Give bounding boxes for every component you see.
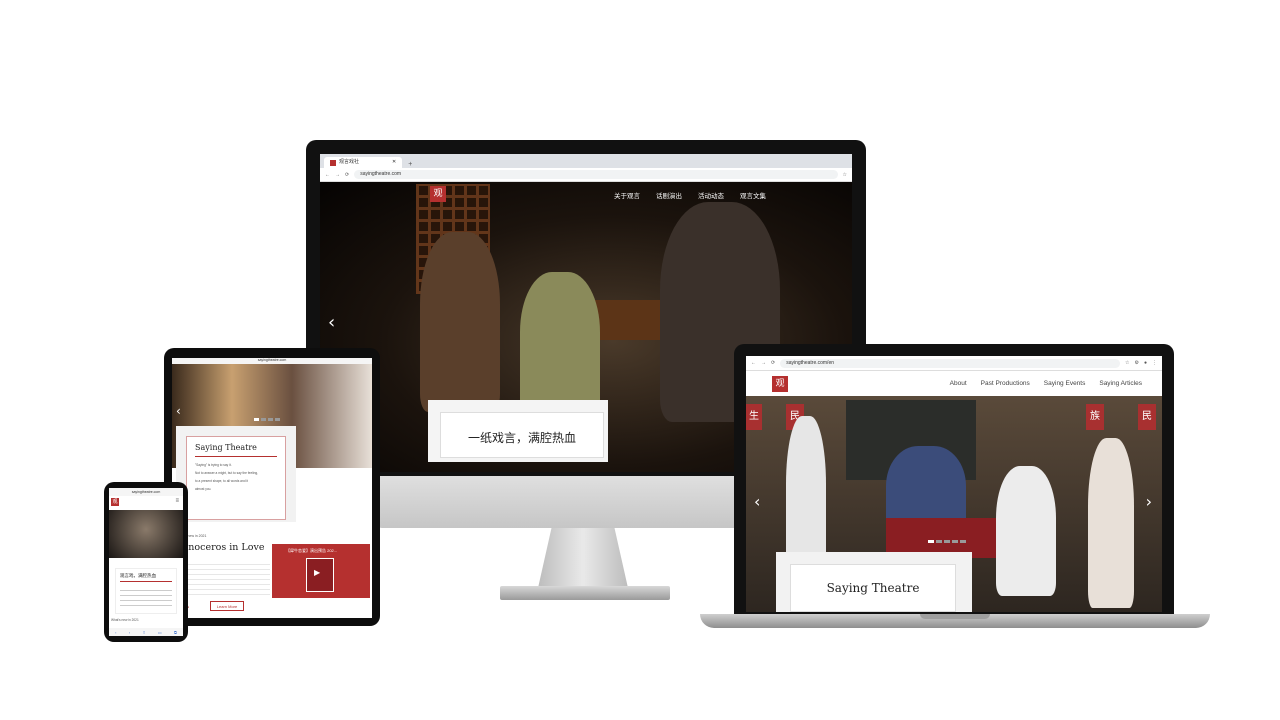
carousel-dot[interactable] xyxy=(261,418,266,421)
close-tab-icon[interactable]: ✕ xyxy=(392,157,396,168)
news-label: What's new in 2021 xyxy=(111,618,139,622)
actor-figure xyxy=(996,466,1056,596)
laptop: ← → ⟳ sayingtheatre.com/en ☆ ⚙ ● ⋮ 观 Abo… xyxy=(734,344,1174,616)
feature-body xyxy=(174,560,270,596)
site-logo[interactable]: 观 xyxy=(430,186,446,202)
carousel-prev-icon[interactable]: ‹ xyxy=(754,492,760,511)
play-icon[interactable]: ▶ xyxy=(314,568,320,577)
tabs-icon[interactable]: ⧉ xyxy=(174,630,177,635)
forward-icon[interactable]: → xyxy=(761,360,766,366)
video-thumbnail[interactable]: 【犀牛恋爱】演出预告 202... ▶ xyxy=(272,544,370,598)
site-logo[interactable]: 观 xyxy=(772,375,788,392)
forward-icon[interactable]: › xyxy=(129,630,130,635)
desktop-foot xyxy=(500,586,670,600)
nav-item-about[interactable]: About xyxy=(950,380,967,387)
nav-item-events[interactable]: Saying Events xyxy=(1044,380,1086,387)
about-card: Saying Theatre "Saying" is trying to say… xyxy=(186,436,286,520)
learn-more-button[interactable]: Learn More xyxy=(210,601,244,611)
banner-char: 民 xyxy=(1138,404,1156,430)
browser-tab[interactable]: 观言戏社 ✕ xyxy=(324,157,403,168)
nav-item-productions[interactable]: Past Productions xyxy=(981,380,1030,387)
video-title: 【犀牛恋爱】演出预告 202... xyxy=(286,548,338,553)
card-line: Not to answer a might, but to say the fe… xyxy=(195,471,259,475)
nav-item-events[interactable]: 活动动态 xyxy=(698,190,724,200)
card-line: to a present shape, to all words and it xyxy=(195,479,248,483)
bookmark-star-icon[interactable]: ☆ xyxy=(1125,360,1129,366)
carousel-dot[interactable] xyxy=(268,418,273,421)
phone-card-title: 观言戏，满腔热血 xyxy=(120,573,172,582)
phone-screen: sayingtheatre.com 观 ≡ 观言戏，满腔热血 What's ne… xyxy=(109,488,183,636)
site-logo[interactable]: 观 xyxy=(111,498,119,506)
laptop-screen: ← → ⟳ sayingtheatre.com/en ☆ ⚙ ● ⋮ 观 Abo… xyxy=(746,356,1162,612)
phone: sayingtheatre.com 观 ≡ 观言戏，满腔热血 What's ne… xyxy=(104,482,188,642)
card-body: "Saying" is trying to say it. Not to ans… xyxy=(195,461,277,493)
banner-char: 生 xyxy=(746,404,762,430)
profile-icon[interactable]: ● xyxy=(1144,360,1147,366)
main-nav: 关于观言 话剧演出 活动动态 观言文集 xyxy=(614,190,766,200)
hamburger-menu-icon[interactable]: ≡ xyxy=(175,498,179,504)
phone-hero xyxy=(109,510,183,558)
desktop-stand xyxy=(538,528,628,588)
carousel-dot[interactable] xyxy=(936,540,942,543)
address-bar[interactable]: sayingtheatre.com xyxy=(109,488,183,496)
laptop-hero-carousel: 生 民 族 民 ‹ › Saying Theatre xyxy=(746,396,1162,612)
bookmarks-icon[interactable]: ▭ xyxy=(158,630,162,635)
phone-card: 观言戏，满腔热血 xyxy=(115,568,177,614)
back-icon[interactable]: ‹ xyxy=(115,630,116,635)
laptop-browser-chrome: ← → ⟳ sayingtheatre.com/en ☆ ⚙ ● ⋮ xyxy=(746,356,1162,371)
address-bar[interactable]: sayingtheatre.com xyxy=(354,170,838,179)
reload-icon[interactable]: ⟳ xyxy=(345,172,349,178)
new-tab-icon[interactable]: + xyxy=(408,161,412,168)
hero-caption-card: Saying Theatre xyxy=(790,564,956,612)
phone-toolbar: ‹ › ⇪ ▭ ⧉ xyxy=(109,628,183,636)
tablet: sayingtheatre.com ‹ Saying Theatre "Sayi… xyxy=(164,348,380,626)
tab-title: 观言戏社 xyxy=(339,159,360,165)
nav-item-articles[interactable]: Saying Articles xyxy=(1099,380,1142,387)
actor-figure xyxy=(1088,438,1134,608)
menu-icon[interactable]: ⋮ xyxy=(1152,360,1157,366)
bookmark-star-icon[interactable]: ☆ xyxy=(843,172,847,178)
carousel-dot[interactable] xyxy=(275,418,280,421)
card-line: almost you. xyxy=(195,487,212,491)
forward-icon[interactable]: → xyxy=(335,172,340,178)
favicon-icon xyxy=(330,159,336,166)
carousel-dot[interactable] xyxy=(944,540,950,543)
carousel-dot[interactable] xyxy=(254,418,259,421)
desktop-browser-chrome: 观言戏社 ✕ + ← → ⟳ sayingtheatre.com ☆ xyxy=(320,154,852,182)
extensions-icon[interactable]: ⚙ xyxy=(1134,360,1138,366)
nav-item-productions[interactable]: 话剧演出 xyxy=(656,190,682,200)
carousel-dot[interactable] xyxy=(952,540,958,543)
card-line: "Saying" is trying to say it. xyxy=(195,463,232,467)
carousel-prev-icon[interactable]: ‹ xyxy=(176,404,181,418)
address-bar[interactable]: sayingtheatre.com/en xyxy=(780,358,1120,368)
device-mockup-stage: 观言戏社 ✕ + ← → ⟳ sayingtheatre.com ☆ 观 关于观 xyxy=(0,0,1280,720)
phone-card-body xyxy=(120,586,172,610)
banner-char: 族 xyxy=(1086,404,1104,430)
share-icon[interactable]: ⇪ xyxy=(142,630,145,635)
laptop-notch xyxy=(920,614,990,619)
nav-item-articles[interactable]: 观言文集 xyxy=(740,190,766,200)
reload-icon[interactable]: ⟳ xyxy=(771,360,775,366)
back-icon[interactable]: ← xyxy=(751,360,756,366)
carousel-dot[interactable] xyxy=(960,540,966,543)
carousel-next-icon[interactable]: › xyxy=(1146,492,1152,511)
carousel-dot[interactable] xyxy=(928,540,934,543)
back-icon[interactable]: ← xyxy=(325,172,330,178)
site-header: 观 About Past Productions Saying Events S… xyxy=(746,371,1162,397)
carousel-dots xyxy=(254,418,280,421)
hero-caption: 一纸戏言，满腔热血 xyxy=(467,431,576,445)
hero-caption: Saying Theatre xyxy=(826,581,920,595)
card-title: Saying Theatre xyxy=(195,443,277,457)
actor-figure xyxy=(420,232,500,412)
hero-caption-card: 一纸戏言，满腔热血 xyxy=(440,412,604,458)
tablet-screen: sayingtheatre.com ‹ Saying Theatre "Sayi… xyxy=(172,358,372,618)
nav-item-about[interactable]: 关于观言 xyxy=(614,190,640,200)
carousel-dots xyxy=(928,540,966,543)
carousel-prev-icon[interactable]: ‹ xyxy=(328,312,335,333)
